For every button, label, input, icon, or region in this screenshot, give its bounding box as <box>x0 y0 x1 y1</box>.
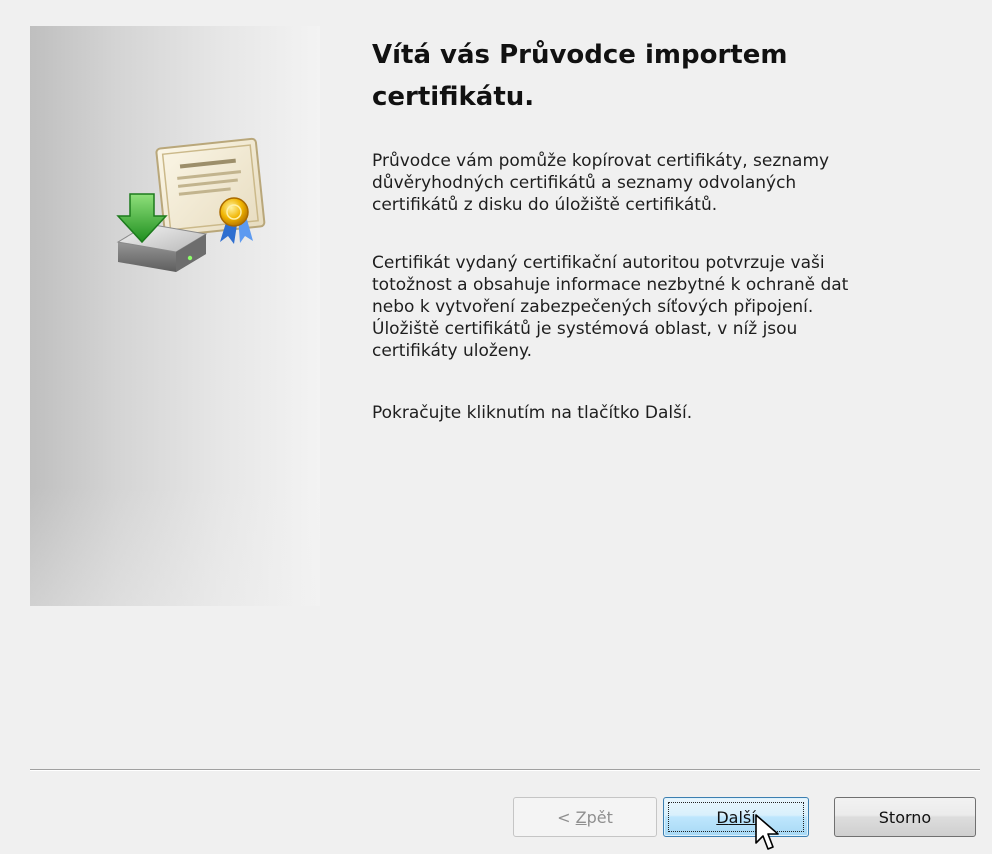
wizard-content: Vítá vás Průvodce importem certifikátu. … <box>372 34 962 423</box>
next-button-accelerator: D <box>716 807 729 827</box>
cancel-button-label: Storno <box>878 807 932 827</box>
details-paragraph: Certifikát vydaný certifikační autoritou… <box>372 253 849 361</box>
wizard-title: Vítá vás Průvodce importem certifikátu. <box>372 40 788 112</box>
certificate-import-icon <box>116 137 266 272</box>
arrow-cursor-icon <box>755 814 779 850</box>
back-button-prefix: < <box>557 807 576 827</box>
side-panel-fade <box>30 486 320 606</box>
instruction-paragraph: Pokračujte kliknutím na tlačítko Další. <box>372 403 693 423</box>
button-separator <box>30 769 980 771</box>
wizard-side-panel <box>30 26 320 606</box>
back-button-label: pět <box>586 807 613 827</box>
next-button-label: alší <box>728 807 756 827</box>
certificate-import-wizard: Vítá vás Průvodce importem certifikátu. … <box>0 0 992 854</box>
back-button-accelerator: Z <box>575 807 587 827</box>
next-button[interactable]: Další <box>663 797 809 837</box>
cancel-button[interactable]: Storno <box>834 797 976 837</box>
back-button[interactable]: < Zpět <box>513 797 657 837</box>
intro-paragraph: Průvodce vám pomůže kopírovat certifikát… <box>372 151 830 215</box>
